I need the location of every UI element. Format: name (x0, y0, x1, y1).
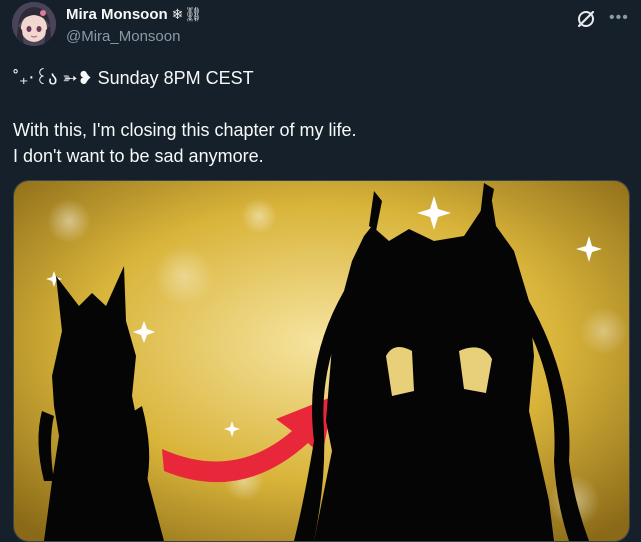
post-text-line: With this, I'm closing this chapter of m… (13, 120, 357, 140)
post-text-line: I don't want to be sad anymore. (13, 146, 264, 166)
post-image-artwork (14, 181, 629, 541)
more-icon[interactable]: ••• (609, 10, 629, 26)
avatar[interactable] (12, 2, 56, 46)
profile-badges: ❄⛓ (171, 6, 204, 22)
post-text-line: ˚₊‧꒰ა ➳❥ Sunday 8PM CEST (13, 68, 254, 88)
tweet: Mira Monsoon ❄⛓ @Mira_Monsoon ••• ˚₊‧꒰ა … (0, 0, 641, 542)
grok-icon[interactable] (575, 8, 597, 30)
name-row: Mira Monsoon ❄⛓ (66, 6, 203, 23)
post-image[interactable] (13, 180, 630, 542)
display-name[interactable]: Mira Monsoon (66, 6, 168, 23)
avatar-image (12, 2, 56, 46)
user-handle[interactable]: @Mira_Monsoon (66, 28, 180, 45)
